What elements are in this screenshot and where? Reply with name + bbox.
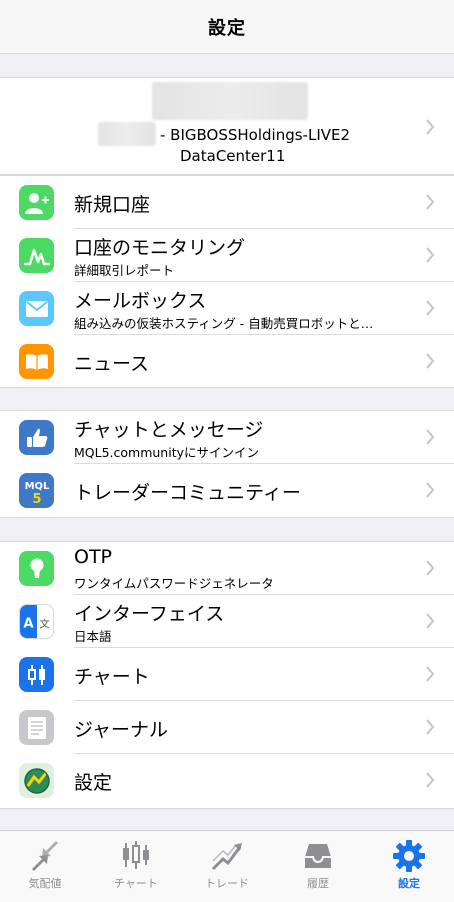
inbox-icon — [305, 844, 331, 868]
svg-text:文: 文 — [39, 618, 50, 631]
menu-sublabel: 日本語 — [74, 629, 112, 644]
chevron-right-icon — [426, 482, 435, 498]
menu-label: OTP — [74, 546, 113, 568]
metatrader-icon — [19, 763, 54, 798]
mail-icon — [19, 291, 54, 326]
menu-sublabel: 詳細取引レポート — [74, 263, 175, 278]
document-icon — [19, 710, 54, 745]
menu-item-new-account[interactable]: 新規口座 — [0, 176, 454, 229]
redacted-account-number — [98, 122, 156, 146]
candlestick-icon — [123, 841, 149, 869]
navigation-bar: 設定 — [0, 0, 454, 54]
chevron-right-icon — [426, 719, 435, 735]
menu-item-news[interactable]: ニュース — [0, 335, 454, 388]
tab-settings[interactable]: 設定 — [364, 831, 454, 902]
page-title: 設定 — [208, 17, 246, 39]
account-server: - BIGBOSSHoldings-LIVE2 — [160, 126, 351, 144]
gear-icon — [393, 840, 425, 872]
app-settings-section: OTP ワンタイムパスワードジェネレータ A文 インターフェイス 日本語 チャー… — [0, 541, 454, 809]
language-icon: A文 — [19, 604, 54, 639]
mql5-icon: MQL 5 — [19, 473, 54, 508]
chevron-right-icon — [426, 194, 435, 210]
menu-label: メールボックス — [74, 290, 207, 312]
menu-sublabel: MQL5.communityにサインイン — [74, 445, 260, 460]
add-user-icon — [19, 185, 54, 220]
menu-item-otp[interactable]: OTP ワンタイムパスワードジェネレータ — [0, 542, 454, 595]
chevron-right-icon — [426, 560, 435, 576]
redacted-account-name — [152, 82, 308, 120]
menu-label: 新規口座 — [74, 194, 151, 216]
chevron-right-icon — [426, 429, 435, 445]
chevron-right-icon — [426, 772, 435, 788]
tab-label: トレード — [205, 877, 249, 890]
tab-label: 設定 — [398, 877, 420, 890]
tab-history[interactable]: 履歴 — [273, 831, 363, 902]
chevron-right-icon — [426, 300, 435, 316]
arrows-icon — [32, 841, 58, 871]
svg-text:5: 5 — [32, 492, 41, 506]
chart-wave-icon — [19, 238, 54, 273]
menu-item-chart[interactable]: チャート — [0, 648, 454, 701]
menu-label: ジャーナル — [74, 719, 169, 741]
menu-item-settings[interactable]: 設定 — [0, 754, 454, 807]
tab-label: 気配値 — [28, 877, 62, 890]
menu-item-interface[interactable]: A文 インターフェイス 日本語 — [0, 595, 454, 648]
account-tools-section: 新規口座 口座のモニタリング 詳細取引レポート メールボックス 組み込みの仮装ホ… — [0, 175, 454, 388]
menu-item-monitoring[interactable]: 口座のモニタリング 詳細取引レポート — [0, 229, 454, 282]
menu-label: インターフェイス — [74, 603, 225, 625]
tab-bar: 気配値 チャート トレード 履歴 設定 — [0, 830, 454, 902]
tab-label: チャート — [114, 877, 158, 890]
chevron-right-icon — [426, 119, 435, 135]
tab-trade[interactable]: トレード — [182, 831, 272, 902]
chevron-right-icon — [426, 613, 435, 629]
menu-label: チャットとメッセージ — [74, 419, 264, 441]
tab-chart[interactable]: チャート — [91, 831, 181, 902]
menu-label: チャート — [74, 666, 150, 688]
thumbs-up-icon — [19, 420, 54, 455]
chevron-right-icon — [426, 666, 435, 682]
menu-item-mailbox[interactable]: メールボックス 組み込みの仮装ホスティング - 自動売買ロボットと… — [0, 282, 454, 335]
trend-icon — [211, 843, 242, 871]
menu-label: ニュース — [74, 353, 150, 375]
tab-label: 履歴 — [307, 877, 329, 890]
menu-item-journal[interactable]: ジャーナル — [0, 701, 454, 754]
account-datacenter: DataCenter11 — [180, 147, 286, 165]
svg-text:MQL: MQL — [24, 481, 49, 492]
keyhole-icon — [19, 551, 54, 586]
svg-text:A: A — [23, 617, 34, 632]
book-icon — [19, 344, 54, 379]
chevron-right-icon — [426, 247, 435, 263]
account-section[interactable]: - BIGBOSSHoldings-LIVE2 DataCenter11 — [0, 77, 454, 175]
menu-label: 設定 — [74, 772, 113, 794]
menu-sublabel: 組み込みの仮装ホスティング - 自動売買ロボットと… — [74, 316, 374, 331]
menu-sublabel: ワンタイムパスワードジェネレータ — [74, 576, 274, 591]
menu-label: 口座のモニタリング — [74, 237, 246, 259]
chevron-right-icon — [426, 353, 435, 369]
menu-item-community[interactable]: MQL 5 トレーダーコミュニティー — [0, 464, 454, 517]
candlestick-icon — [19, 657, 54, 692]
community-section: チャットとメッセージ MQL5.communityにサインイン MQL 5 トレー… — [0, 410, 454, 518]
menu-item-chat[interactable]: チャットとメッセージ MQL5.communityにサインイン — [0, 411, 454, 464]
tab-quotes[interactable]: 気配値 — [0, 831, 90, 902]
menu-label: トレーダーコミュニティー — [74, 482, 301, 504]
